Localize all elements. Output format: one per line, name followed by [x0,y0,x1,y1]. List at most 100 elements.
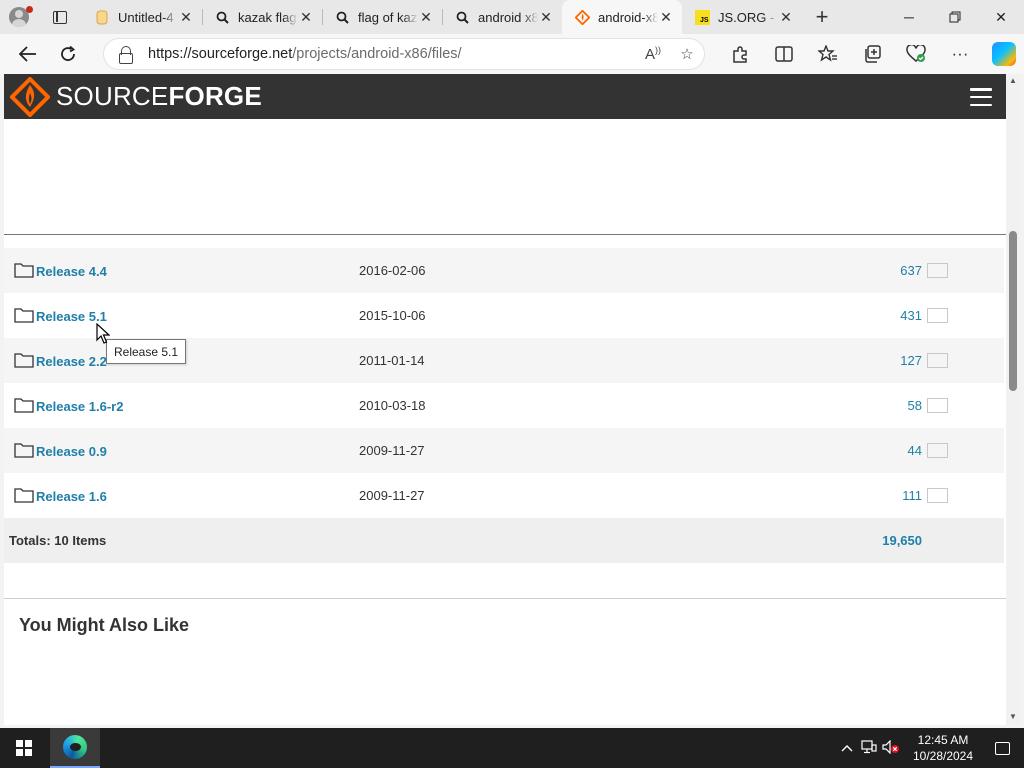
browser-essentials-button[interactable] [894,34,938,74]
tab-kazak-flag[interactable]: kazak flag ✕ [202,0,322,34]
date-cell: 2009-11-27 [359,428,739,473]
site-logo-text[interactable]: SOURCEFORGE [56,81,262,112]
lock-icon[interactable] [118,46,133,64]
downloads-link[interactable]: 127 [900,353,922,368]
downloads-link[interactable]: 44 [908,443,922,458]
site-header: SOURCEFORGE [4,74,1006,119]
web-page: SOURCEFORGE Release 4.4 2016-02-06 637 R… [4,74,1006,725]
start-button[interactable] [0,728,48,768]
table-row: Release 0.9 2009-11-27 44 [4,428,1004,473]
folder-icon [14,488,34,503]
downloads-link[interactable]: 58 [908,398,922,413]
close-icon[interactable]: ✕ [538,9,554,26]
restore-button[interactable] [932,0,978,34]
folder-icon [14,353,34,368]
folder-link[interactable]: Release 0.9 [36,444,107,459]
folder-link[interactable]: Release 1.6-r2 [36,399,123,414]
table-row: Release 4.4 2016-02-06 637 [4,248,1004,293]
toolbar-right: ··· [718,34,1024,74]
download-sparkline [927,488,948,503]
date-cell: 2009-11-27 [359,488,425,503]
copilot-icon [992,42,1016,66]
read-aloud-icon[interactable]: A)) [636,45,670,63]
scroll-down-icon[interactable]: ▼ [1009,712,1017,721]
folder-link[interactable]: Release 1.6 [36,489,107,504]
tab-android-x86-sourceforge[interactable]: android-x86 ✕ [562,0,682,34]
split-screen-button[interactable] [762,34,806,74]
tab-jsorg[interactable]: JS JS.ORG - th ✕ [682,0,802,34]
tab-untitled[interactable]: Untitled-4 ✕ [82,0,202,34]
new-tab-button[interactable]: + [802,0,842,34]
copilot-button[interactable] [982,34,1024,74]
url-text[interactable]: https://sourceforge.net/projects/android… [148,46,636,62]
close-icon[interactable]: ✕ [298,9,314,26]
hamburger-menu-icon[interactable] [970,88,992,106]
chevron-up-icon[interactable] [836,741,858,755]
totals-row: Totals: 10 Items 19,650 [4,518,1004,563]
edge-icon [63,735,87,759]
folder-icon [14,398,34,413]
favorites-button[interactable] [806,34,850,74]
search-icon [214,9,230,25]
notification-icon [994,741,1010,755]
sourceforge-logo-icon[interactable] [9,75,51,118]
back-arrow-icon [19,46,36,62]
network-icon[interactable] [858,739,880,757]
ad-space [4,119,1006,234]
taskbar: 12:45 AM 10/28/2024 [0,728,1024,768]
scrollbar-thumb[interactable] [1009,231,1017,391]
vertical-scrollbar[interactable]: ▲ ▼ [1006,74,1020,725]
table-row: Release 5.1 2015-10-06 431 [4,293,1004,338]
refresh-button[interactable] [48,34,88,74]
close-window-button[interactable]: ✕ [978,0,1024,34]
settings-more-button[interactable]: ··· [938,34,982,74]
download-sparkline [927,353,948,368]
profile-button[interactable] [0,0,38,34]
scroll-up-icon[interactable]: ▲ [1009,76,1017,85]
folder-link[interactable]: Release 2.2 [36,354,107,369]
tab-actions-button[interactable] [38,0,82,34]
sourceforge-icon [574,9,590,25]
section-heading: You Might Also Like [19,615,189,635]
downloads-link[interactable]: 637 [900,263,922,278]
tab-flag-of-kaza[interactable]: flag of kaza ✕ [322,0,442,34]
taskbar-edge-button[interactable] [50,728,100,768]
close-icon[interactable]: ✕ [418,9,434,26]
folder-link[interactable]: Release 4.4 [36,264,107,279]
download-sparkline [927,308,948,323]
download-sparkline [927,443,948,458]
close-icon[interactable]: ✕ [778,9,794,26]
folder-icon [14,308,34,323]
split-screen-icon [775,46,793,62]
notifications-button[interactable] [980,728,1024,768]
date-cell: 2016-02-06 [359,248,739,293]
files-table: Release 4.4 2016-02-06 637 Release 5.1 2… [4,248,1004,563]
doc-icon [94,9,110,25]
system-tray: 12:45 AM 10/28/2024 [836,728,1024,768]
downloads-link[interactable]: 111 [902,488,922,503]
close-icon[interactable]: ✕ [658,9,674,26]
totals-downloads[interactable]: 19,650 [739,518,922,563]
downloads-link[interactable]: 431 [900,308,922,323]
tab-android-x86-search[interactable]: android x86 ✕ [442,0,562,34]
extensions-button[interactable] [718,34,762,74]
favorite-star-icon[interactable]: ☆ [670,45,704,63]
jsorg-icon: JS [694,9,710,25]
address-bar[interactable]: https://sourceforge.net/projects/android… [103,38,705,70]
search-icon [334,9,350,25]
folder-link[interactable]: Release 5.1 [36,309,107,324]
collections-button[interactable] [850,34,894,74]
collections-icon [865,45,881,63]
tab-title: android x86 [478,9,538,25]
tab-title: android-x86 [598,9,658,25]
tab-title: flag of kaza [358,9,418,25]
volume-muted-icon[interactable] [880,739,902,757]
back-button[interactable] [8,34,48,74]
minimize-button[interactable]: ─ [886,0,932,34]
taskbar-clock[interactable]: 12:45 AM 10/28/2024 [906,732,980,764]
puzzle-icon [733,46,747,63]
browser-toolbar: https://sourceforge.net/projects/android… [0,34,1024,74]
browser-tab-strip: Untitled-4 ✕ kazak flag ✕ flag of kaza ✕… [0,0,1024,34]
date-cell: 2011-01-14 [359,338,739,383]
close-icon[interactable]: ✕ [178,9,194,26]
